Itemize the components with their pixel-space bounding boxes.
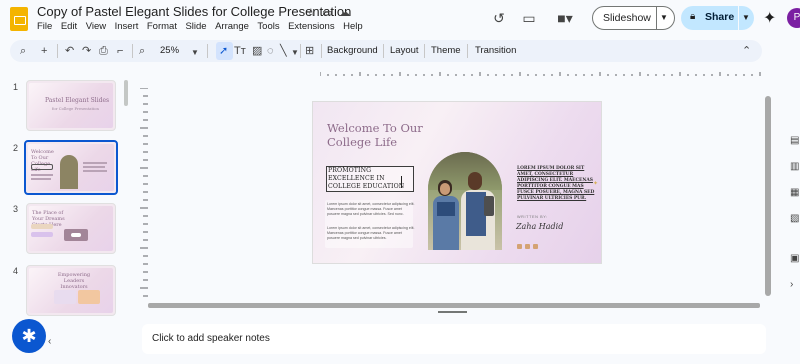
students-photo[interactable] [428, 152, 502, 250]
move-folder-icon[interactable]: ▭ [322, 6, 332, 19]
horizontal-ruler [320, 72, 761, 76]
menu-extensions[interactable]: Extensions [288, 21, 334, 32]
add-comment-icon[interactable]: ⊞ [305, 44, 314, 58]
twitter-icon [533, 244, 538, 249]
body-paragraph-2[interactable]: Lorem ipsum dolor sit amet, consectetur … [327, 226, 415, 241]
thumb-subtitle: for College Presentation [52, 106, 99, 111]
slide-number: 4 [13, 266, 19, 276]
menu-view[interactable]: View [86, 21, 106, 32]
menu-file[interactable]: File [37, 21, 52, 32]
shape-icon[interactable]: ◌ [267, 44, 274, 58]
speaker-notes-placeholder: Click to add speaker notes [152, 333, 270, 344]
speaker-notes[interactable]: Click to add speaker notes [142, 324, 766, 354]
written-by-label: WRITTEN BY: [517, 215, 548, 219]
filmstrip-scrollbar[interactable] [124, 80, 128, 106]
paint-format-icon[interactable]: ⌐ [117, 44, 123, 58]
select-cursor-icon[interactable]: ➚ [219, 44, 228, 58]
thumb-title: Pastel Elegant Slides [45, 97, 110, 104]
toolbar: ⌕ + ↶ ↷ ⎙ ⌐ ⌕ 25% ▼ ➚ Tт ▨ ◌ ╲ ▼ ⊞ Backg… [10, 40, 762, 62]
cloud-status-icon: ☁ [339, 7, 350, 19]
slide-number: 3 [13, 204, 19, 214]
collapse-filmstrip-icon[interactable]: ‹ [48, 336, 51, 347]
menu-help[interactable]: Help [343, 21, 363, 32]
zoom-dropdown-icon[interactable]: ▼ [191, 46, 199, 60]
slides-logo-icon[interactable] [10, 7, 28, 31]
box-line: EXCELLENCE IN [328, 175, 385, 182]
zoom-icon[interactable]: ⌕ [139, 44, 145, 58]
filmstrip: 1 Pastel Elegant Slides for College Pres… [0, 70, 132, 330]
box-line: PROMOTING [328, 167, 372, 174]
star-icon[interactable]: ☆ [306, 6, 316, 19]
menu-edit[interactable]: Edit [61, 21, 77, 32]
background-button[interactable]: Background [327, 45, 378, 56]
current-slide[interactable]: Welcome To Our College Life PROMOTING EX… [312, 101, 602, 264]
undo-icon[interactable]: ↶ [65, 44, 74, 58]
gemini-assist-button[interactable]: ✱ [12, 319, 46, 353]
slide-thumbnail-4[interactable]: Empowering Leaders Innovators [26, 265, 116, 316]
menu-arrange[interactable]: Arrange [215, 21, 249, 32]
slide-thumbnail-1[interactable]: Pastel Elegant Slides for College Presen… [26, 80, 116, 131]
gemini-icon[interactable]: ✦ [763, 8, 776, 28]
thumb-title: Empowering Leaders Innovators [57, 272, 91, 290]
meet-video-icon[interactable]: ■▾ [550, 9, 580, 27]
print-icon[interactable]: ⎙ [99, 44, 108, 58]
menu-bar: File Edit View Insert Format Slide Arran… [37, 21, 371, 32]
sparkle-icon: ✦ [593, 181, 599, 187]
layout-button[interactable]: Layout [390, 45, 419, 56]
notes-resize-handle[interactable] [438, 311, 467, 313]
search-menus-icon[interactable]: ⌕ [20, 44, 26, 58]
right-caption[interactable]: LOREM IPSUM DOLOR SIT AMET, CONSECTETUR … [517, 166, 597, 202]
text-cursor [401, 176, 402, 188]
menu-tools[interactable]: Tools [257, 21, 279, 32]
facebook-icon [517, 244, 522, 249]
slide-number: 2 [13, 143, 19, 153]
tasks-icon[interactable]: ▦ [790, 187, 800, 199]
author-name[interactable]: Zaha Hadid [516, 222, 563, 231]
slide-number: 1 [13, 82, 19, 92]
expand-panel-icon[interactable]: › [790, 279, 800, 291]
comments-icon[interactable]: ▭ [519, 9, 539, 27]
slide-thumbnail-3[interactable]: The Place of Your Dreams Starts Here [26, 203, 116, 254]
document-title[interactable]: Copy of Pastel Elegant Slides for Colleg… [37, 4, 351, 19]
vertical-scrollbar[interactable] [765, 96, 771, 296]
instagram-icon [525, 244, 530, 249]
slides-app: Copy of Pastel Elegant Slides for Colleg… [0, 0, 800, 364]
line-icon[interactable]: ╲ [280, 44, 287, 58]
maps-icon[interactable]: ▣ [790, 253, 800, 265]
zoom-level[interactable]: 25% [160, 45, 179, 56]
text-box-icon[interactable]: Tт [234, 44, 246, 58]
share-button[interactable]: 🔒︎ Share ▼ [681, 6, 754, 30]
theme-button[interactable]: Theme [431, 45, 461, 56]
contacts-icon[interactable]: ▧ [790, 213, 800, 225]
slide-title[interactable]: Welcome To Our College Life [327, 121, 423, 149]
slideshow-dropdown-icon[interactable]: ▼ [660, 13, 668, 22]
menu-insert[interactable]: Insert [115, 21, 139, 32]
slideshow-label: Slideshow [603, 12, 651, 24]
share-dropdown-icon[interactable]: ▼ [742, 13, 750, 22]
menu-slide[interactable]: Slide [185, 21, 206, 32]
vertical-ruler [140, 88, 148, 297]
keep-icon[interactable]: ▥ [790, 161, 800, 173]
line-dropdown-icon[interactable]: ▼ [291, 46, 299, 60]
slide-thumbnail-2[interactable]: Welcome To Our College Life [24, 140, 118, 195]
body-paragraph-1[interactable]: Lorem ipsum dolor sit amet, consectetur … [327, 202, 415, 217]
collapse-toolbar-icon[interactable]: ⌃ [742, 44, 751, 58]
transition-button[interactable]: Transition [475, 45, 516, 56]
redo-icon[interactable]: ↷ [82, 44, 91, 58]
history-icon[interactable]: ↺ [489, 9, 509, 27]
lock-icon: 🔒︎ [690, 11, 696, 22]
slideshow-button[interactable]: Slideshow ▼ [592, 6, 675, 30]
image-icon[interactable]: ▨ [252, 44, 262, 58]
new-slide-icon[interactable]: + [41, 44, 47, 58]
share-label: Share [705, 11, 735, 23]
box-line: COLLEGE EDUCATION [328, 183, 405, 190]
avatar[interactable]: P [787, 8, 800, 28]
horizontal-scrollbar[interactable] [148, 303, 760, 308]
menu-format[interactable]: Format [147, 21, 177, 32]
calendar-icon[interactable]: ▤ [790, 135, 800, 147]
